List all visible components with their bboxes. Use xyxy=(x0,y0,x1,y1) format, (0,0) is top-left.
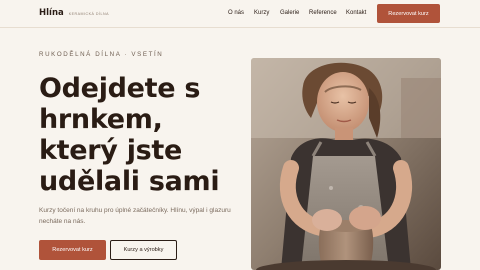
nav-link-kurzy[interactable]: Kurzy xyxy=(254,10,269,16)
hero-headline: Odejdete s hrnkem, který jste udělali sa… xyxy=(39,73,220,197)
potter-at-wheel-image xyxy=(251,58,441,270)
hero-photo xyxy=(251,58,441,270)
top-navigation: Hlína KERAMICKÁ DÍLNA O nás Kurzy Galeri… xyxy=(0,0,480,28)
hero-lead: Kurzy točení na kruhu pro úplné začátečn… xyxy=(39,207,231,225)
nav-link-o-nas[interactable]: O nás xyxy=(228,10,244,16)
courses-products-button[interactable]: Kurzy a výrobky xyxy=(110,240,177,260)
hero-eyebrow: RUKODĚLNÁ DÍLNA · VSETÍN xyxy=(39,51,164,58)
nav-reserve-button[interactable]: Rezervovat kurz xyxy=(377,4,440,23)
nav-link-kontakt[interactable]: Kontakt xyxy=(346,10,366,16)
reserve-course-button[interactable]: Rezervovat kurz xyxy=(39,240,106,260)
nav-link-galerie[interactable]: Galerie xyxy=(280,10,299,16)
nav-link-reference[interactable]: Reference xyxy=(309,10,337,16)
